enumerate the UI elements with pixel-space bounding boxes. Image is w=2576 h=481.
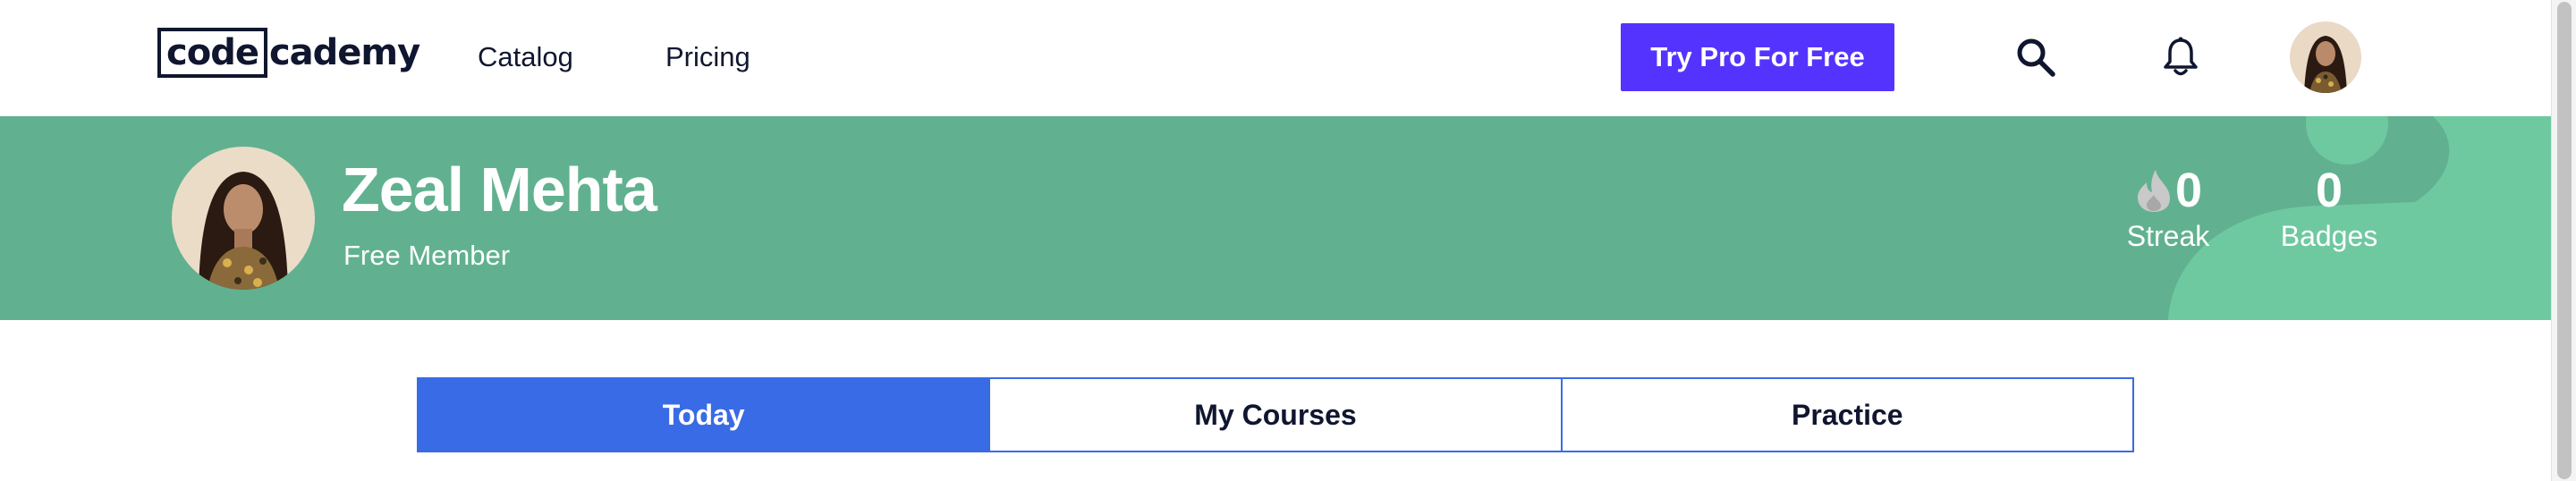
streak-label: Streak (2126, 220, 2210, 252)
profile-name: Zeal Mehta (342, 155, 657, 224)
try-pro-button[interactable]: Try Pro For Free (1621, 23, 1894, 91)
logo-cademy-text: cademy (268, 32, 420, 73)
profile-banner: Zeal Mehta Free Member 0 Streak 0 Badges (0, 116, 2551, 320)
membership-status: Free Member (343, 240, 511, 271)
user-avatar[interactable] (2290, 21, 2361, 93)
tab-practice[interactable]: Practice (1560, 379, 2132, 451)
nav-link-catalog[interactable]: Catalog (478, 36, 573, 79)
search-button[interactable] (2011, 32, 2061, 82)
badges-label: Badges (2280, 220, 2378, 252)
flame-icon (2137, 170, 2170, 212)
avatar-image (2290, 21, 2361, 93)
profile-photo (172, 147, 315, 290)
tab-my-courses[interactable]: My Courses (988, 379, 1561, 451)
notifications-button[interactable] (2156, 32, 2206, 82)
tab-today[interactable]: Today (419, 379, 989, 451)
top-navigation: code cademy Catalog Pricing Try Pro For F… (0, 0, 2551, 116)
badges-value: 0 (2315, 164, 2343, 217)
codecademy-logo[interactable]: code cademy (157, 27, 420, 79)
profile-avatar (172, 147, 315, 290)
vertical-scrollbar[interactable] (2551, 0, 2576, 481)
badges-stat[interactable]: 0 Badges (2267, 163, 2392, 254)
streak-value: 0 (2174, 164, 2203, 217)
logo-code-box: code (157, 28, 267, 78)
nav-link-pricing[interactable]: Pricing (665, 36, 750, 79)
bell-icon (2164, 37, 2198, 76)
scrollbar-thumb[interactable] (2557, 2, 2572, 479)
dashboard-tabs: Today My Courses Practice (417, 377, 2134, 452)
streak-stat: 0 Streak (2106, 163, 2231, 254)
search-icon (2017, 38, 2055, 77)
